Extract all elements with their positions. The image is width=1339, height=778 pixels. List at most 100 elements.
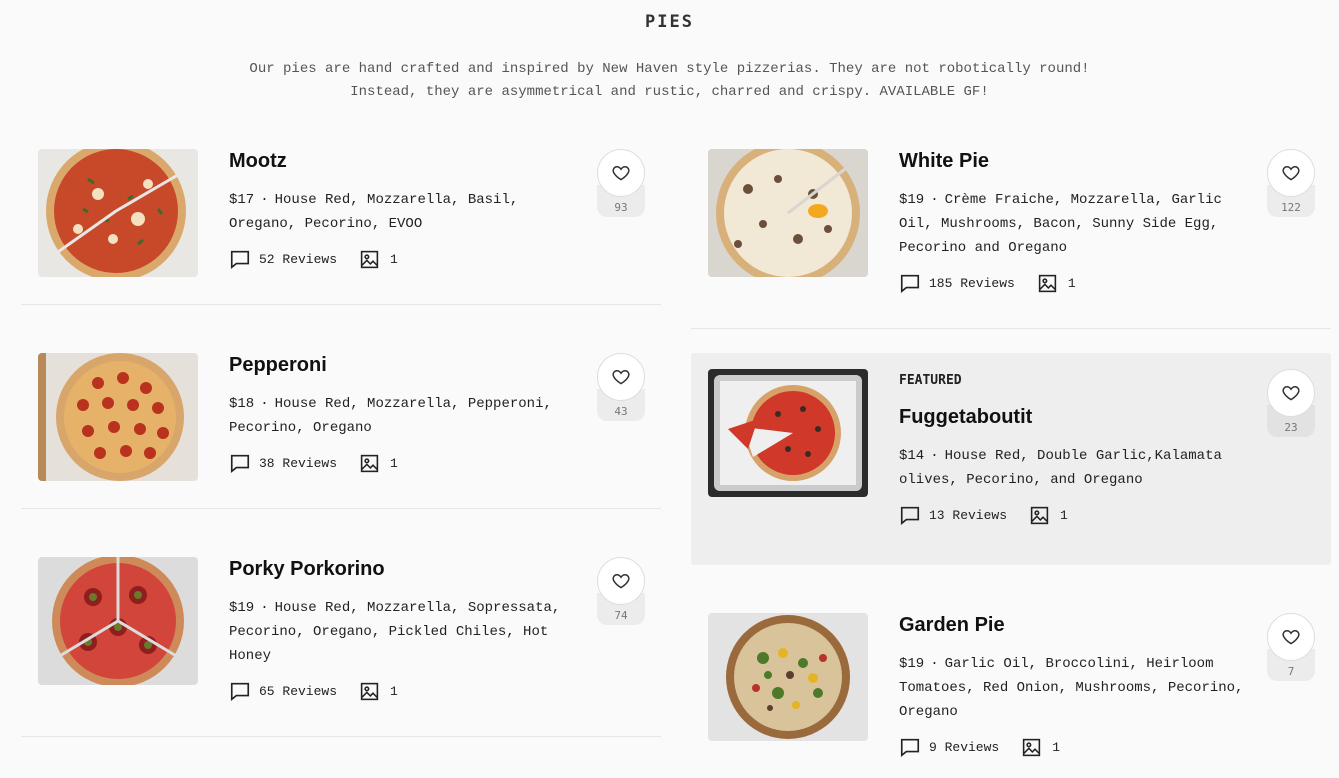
item-description: $18 · House Red, Mozzarella, Pepperoni, Pe… [229, 392, 579, 440]
price-separator: · [930, 656, 939, 672]
comment-icon [230, 454, 250, 473]
heart-icon [612, 369, 630, 385]
image-icon [360, 682, 379, 700]
item-name[interactable]: Garden Pie [899, 613, 1259, 637]
item-price: $17 [229, 192, 255, 208]
reviews-link[interactable]: 65 Reviews [229, 680, 337, 702]
like-button[interactable] [597, 353, 645, 401]
price-separator: · [930, 448, 939, 464]
comment-icon [900, 506, 920, 525]
item-ingredients: Garlic Oil, Broccolini, Heirloom Tomatoe… [899, 656, 1244, 720]
item-description: $19 · House Red, Mozzarella, Sopressata, P… [229, 596, 579, 668]
like-widget: 74 [597, 557, 645, 625]
photos-link[interactable]: 1 [1037, 273, 1076, 294]
description-line-1: Our pies are hand crafted and inspired b… [249, 61, 1090, 77]
description-line-2: Instead, they are asymmetrical and rusti… [350, 84, 989, 100]
item-info: Pepperoni $18 · House Red, Mozzarella, Pep… [229, 353, 589, 475]
item-info: White Pie $19 · Crème Fraiche, Mozzarella,… [899, 149, 1259, 295]
reviews-link[interactable]: 185 Reviews [899, 272, 1015, 294]
price-separator: · [260, 192, 269, 208]
like-widget: 23 [1267, 369, 1315, 437]
like-widget: 122 [1267, 149, 1315, 217]
item-info: FEATURED Fuggetaboutit $14 · House Red, Do… [899, 373, 1259, 527]
pizza-photo[interactable] [708, 613, 868, 741]
item-description: $19 · Garlic Oil, Broccolini, Heirloom Tom… [899, 652, 1249, 724]
item-name[interactable]: Porky Porkorino [229, 557, 589, 581]
item-meta: 185 Reviews 1 [899, 271, 1259, 295]
item-description: $14 · House Red, Double Garlic,Kalamata ol… [899, 444, 1279, 492]
comment-icon [230, 682, 250, 701]
price-separator: · [260, 396, 269, 412]
image-icon [360, 454, 379, 472]
item-info: Porky Porkorino $19 · House Red, Mozzarell… [229, 557, 589, 703]
item-price: $19 [899, 656, 925, 672]
pizza-photo[interactable] [38, 149, 198, 277]
item-ingredients: House Red, Mozzarella, Sopressata, Pecor… [229, 600, 561, 664]
reviews-count: 38 Reviews [259, 455, 338, 471]
item-name[interactable]: Pepperoni [229, 353, 589, 377]
menu-item-garden-pie[interactable]: Garden Pie $19 · Garlic Oil, Broccolini, H… [691, 589, 1331, 778]
menu-column-left: Mootz $17 · House Red, Mozzarella, Basil, … [21, 125, 661, 761]
photos-link[interactable]: 1 [359, 453, 398, 474]
reviews-link[interactable]: 13 Reviews [899, 504, 1007, 526]
like-widget: 43 [597, 353, 645, 421]
image-icon [1038, 274, 1056, 292]
photos-count: 1 [1060, 507, 1068, 523]
photos-link[interactable]: 1 [1021, 737, 1060, 758]
price-separator: · [260, 600, 269, 616]
item-name[interactable]: Fuggetaboutit [899, 405, 1259, 429]
pizza-photo[interactable] [708, 149, 868, 277]
reviews-link[interactable]: 52 Reviews [229, 248, 337, 270]
comment-icon [900, 738, 920, 757]
heart-icon [612, 165, 630, 181]
image-icon [1023, 738, 1041, 756]
menu-item-white-pie[interactable]: White Pie $19 · Crème Fraiche, Mozzarella,… [691, 125, 1331, 329]
menu-item-mootz[interactable]: Mootz $17 · House Red, Mozzarella, Basil, … [21, 125, 661, 305]
item-meta: 13 Reviews 1 [899, 503, 1259, 527]
photos-link[interactable]: 1 [359, 681, 398, 702]
reviews-count: 9 Reviews [929, 739, 1000, 755]
menu-column-right: White Pie $19 · Crème Fraiche, Mozzarella,… [691, 125, 1331, 778]
heart-icon [1282, 165, 1300, 181]
like-widget: 7 [1267, 613, 1315, 681]
section-title: PIES [645, 12, 694, 32]
reviews-count: 65 Reviews [259, 683, 338, 699]
like-button[interactable] [597, 557, 645, 605]
pizza-photo[interactable] [38, 557, 198, 685]
item-price: $14 [899, 448, 925, 464]
item-name[interactable]: Mootz [229, 149, 589, 173]
item-price: $19 [229, 600, 255, 616]
pizza-photo[interactable] [38, 353, 198, 481]
heart-icon [612, 573, 630, 589]
pizza-photo[interactable] [708, 369, 868, 497]
menu-item-pepperoni[interactable]: Pepperoni $18 · House Red, Mozzarella, Pep… [21, 329, 661, 509]
photos-count: 1 [1052, 739, 1061, 755]
menu-item-fuggetaboutit[interactable]: FEATURED Fuggetaboutit $14 · House Red, Do… [691, 353, 1331, 565]
heart-icon [1282, 629, 1300, 645]
image-icon [360, 250, 379, 268]
item-description: $19 · Crème Fraiche, Mozzarella, Garlic Oi… [899, 188, 1249, 260]
item-price: $19 [899, 192, 925, 208]
item-name[interactable]: White Pie [899, 149, 1259, 173]
reviews-link[interactable]: 38 Reviews [229, 452, 337, 474]
like-button[interactable] [1267, 149, 1315, 197]
reviews-count: 185 Reviews [929, 275, 1015, 291]
comment-icon [230, 250, 250, 269]
like-button[interactable] [1267, 613, 1315, 661]
photos-link[interactable]: 1 [1029, 505, 1068, 526]
like-button[interactable] [1267, 369, 1315, 417]
photos-count: 1 [390, 683, 398, 699]
item-meta: 52 Reviews 1 [229, 247, 589, 271]
item-ingredients: House Red, Mozzarella, Basil, Oregano, P… [229, 192, 519, 232]
photos-link[interactable]: 1 [359, 249, 398, 270]
item-description: $17 · House Red, Mozzarella, Basil, Oregan… [229, 188, 579, 236]
reviews-link[interactable]: 9 Reviews [899, 736, 999, 758]
item-ingredients: House Red, Mozzarella, Pepperoni, Pecori… [229, 396, 552, 436]
like-button[interactable] [597, 149, 645, 197]
photos-count: 1 [1067, 275, 1076, 291]
comment-icon [900, 274, 920, 293]
photos-count: 1 [390, 251, 398, 267]
like-widget: 93 [597, 149, 645, 217]
menu-item-porky-porkorino[interactable]: Porky Porkorino $19 · House Red, Mozzarell… [21, 533, 661, 737]
price-separator: · [930, 192, 939, 208]
